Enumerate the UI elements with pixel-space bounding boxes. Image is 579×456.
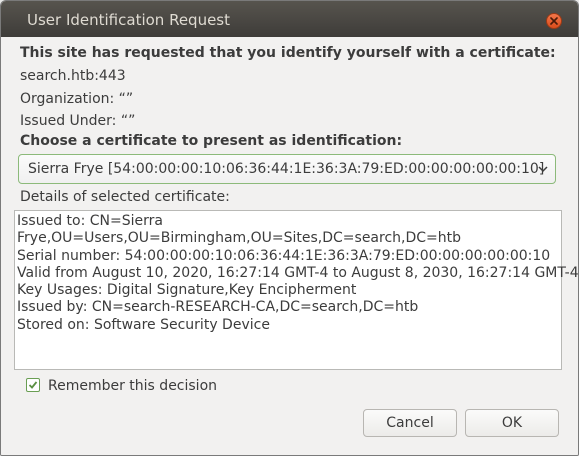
issued-under-label: Issued Under: “”	[20, 113, 136, 129]
dialog-content: This site has requested that you identif…	[1, 37, 578, 455]
close-button[interactable]	[546, 13, 562, 29]
choose-heading: Choose a certificate to present as ident…	[20, 133, 403, 149]
close-icon	[550, 17, 558, 25]
certificate-select[interactable]: Sierra Frye [54:00:00:00:10:06:36:44:1E:…	[18, 154, 556, 184]
remember-label[interactable]: Remember this decision	[48, 378, 217, 394]
certificate-details-text: Issued to: CN=Sierra Frye,OU=Users,OU=Bi…	[17, 213, 579, 333]
title-bar[interactable]: User Identification Request	[1, 1, 578, 37]
site-host: search.htb:443	[20, 68, 126, 84]
checkmark-icon	[28, 381, 38, 389]
chevron-down-icon	[538, 166, 548, 173]
certificate-dialog: User Identification Request This site ha…	[0, 0, 579, 456]
ok-button[interactable]: OK	[465, 409, 559, 437]
window-title: User Identification Request	[27, 11, 231, 29]
request-heading: This site has requested that you identif…	[20, 45, 556, 61]
remember-checkbox[interactable]	[26, 378, 40, 392]
cancel-button[interactable]: Cancel	[363, 409, 457, 437]
details-heading: Details of selected certificate:	[20, 189, 230, 205]
selected-certificate: Sierra Frye [54:00:00:00:10:06:36:44:1E:…	[28, 161, 545, 177]
certificate-details-box[interactable]: Issued to: CN=Sierra Frye,OU=Users,OU=Bi…	[14, 210, 578, 370]
organization-label: Organization: “”	[20, 91, 134, 107]
